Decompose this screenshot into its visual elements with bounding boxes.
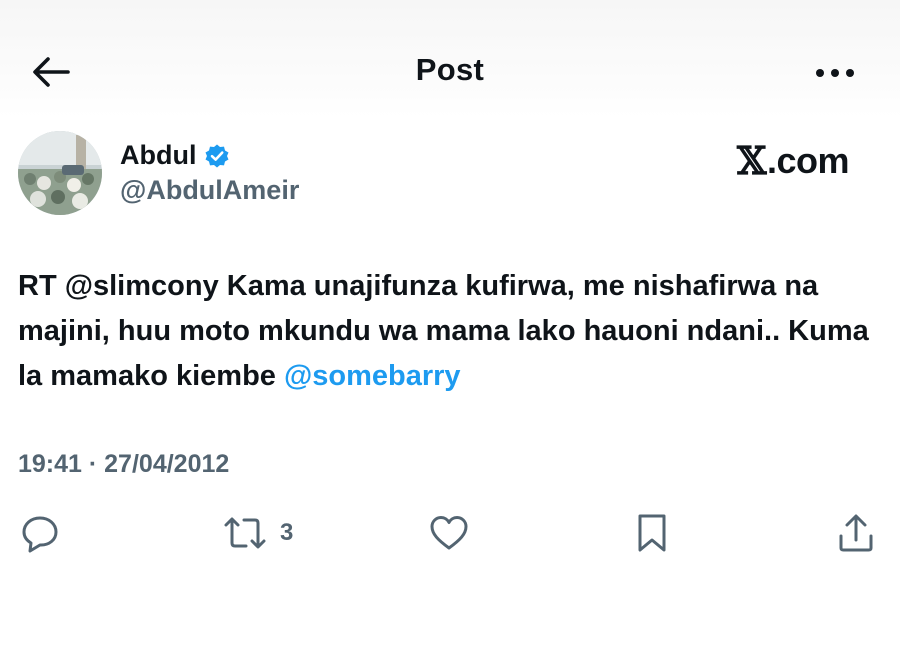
more-horizontal-icon [816, 69, 854, 77]
reply-button[interactable] [20, 510, 60, 556]
post-text: RT @slimcony Kama unajifunza kufirwa, me… [18, 264, 888, 399]
bookmark-button[interactable] [636, 510, 668, 556]
share-button[interactable] [836, 510, 876, 556]
bookmark-icon [638, 514, 666, 552]
more-options-button[interactable] [812, 56, 860, 90]
avatar[interactable] [18, 131, 102, 215]
x-logo-icon: 𝕏 [737, 138, 766, 183]
repost-button[interactable]: 3 [222, 510, 293, 556]
post-timestamp[interactable]: 19:41 · 27/04/2012 [18, 450, 229, 479]
top-bar: Post [0, 0, 900, 118]
author-name[interactable]: Abdul [120, 140, 196, 171]
mention-link[interactable]: @somebarry [284, 360, 461, 392]
repost-icon [224, 517, 266, 549]
page-title: Post [415, 52, 485, 87]
heart-icon [430, 516, 468, 550]
reply-icon [22, 516, 58, 553]
x-com-watermark: 𝕏 .com [737, 138, 850, 183]
repost-count: 3 [280, 519, 294, 546]
action-bar: 3 [0, 510, 900, 560]
like-button[interactable] [428, 510, 470, 556]
author-name-row: Abdul [120, 140, 230, 171]
author-handle[interactable]: @AbdulAmeir [120, 175, 299, 206]
avatar-image [18, 131, 102, 215]
share-icon [839, 514, 873, 552]
watermark-text: .com [766, 139, 850, 181]
verified-badge-icon [205, 144, 229, 167]
